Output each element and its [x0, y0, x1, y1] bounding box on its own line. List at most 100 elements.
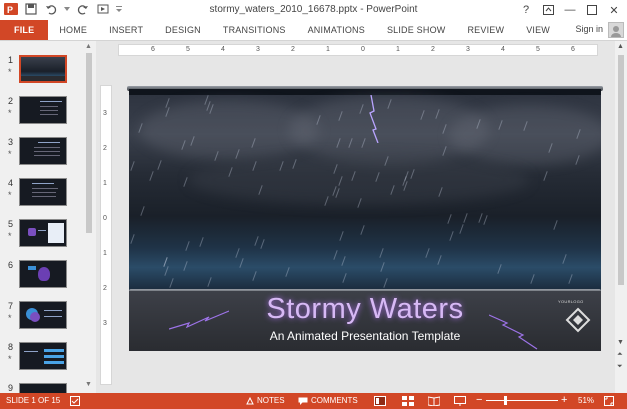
maximize-button[interactable] — [581, 1, 603, 19]
scroll-up-icon[interactable]: ▲ — [85, 43, 92, 50]
thumb-shape — [48, 223, 64, 243]
ruler-label: 0 — [361, 46, 365, 53]
slide-thumbnail[interactable] — [19, 137, 67, 165]
editor-scrollbar[interactable]: ▲ ▼ ⏶ ⏷ — [615, 41, 627, 393]
vertical-ruler: 3 2 1 0 1 2 3 — [100, 85, 112, 385]
zoom-level[interactable]: 51% — [578, 396, 594, 405]
thumbnail-item[interactable]: 1 * — [0, 55, 84, 91]
slide-show-button[interactable] — [454, 396, 466, 406]
slide-sorter-icon — [402, 396, 414, 406]
slide-subtitle[interactable]: An Animated Presentation Template — [129, 329, 601, 343]
fit-slide-icon — [604, 396, 614, 406]
thumbnail-item[interactable]: 3 * — [0, 137, 84, 173]
slide-thumbnail[interactable] — [19, 260, 67, 288]
tab-review[interactable]: REVIEW — [456, 20, 515, 40]
reading-view-button[interactable] — [428, 396, 440, 406]
thumb-line — [40, 101, 62, 102]
rain-streak — [285, 267, 290, 277]
zoom-slider[interactable] — [486, 400, 558, 401]
thumbnail-number: 1 — [8, 55, 14, 65]
rain-streak — [130, 161, 135, 171]
thumbnail-number: 9 — [8, 383, 14, 393]
scrollbar-thumb[interactable] — [86, 53, 92, 233]
slide-thumbnail[interactable] — [19, 342, 67, 370]
thumbnail-item[interactable]: 7 * — [0, 301, 84, 337]
slide-thumbnail[interactable] — [19, 55, 67, 83]
rain-streak — [568, 274, 573, 284]
slide-sorter-button[interactable] — [402, 396, 414, 406]
scroll-down-icon[interactable]: ▼ — [85, 381, 92, 388]
ribbon-display-icon — [542, 5, 554, 15]
tab-home[interactable]: HOME — [48, 20, 98, 40]
zoom-out-button[interactable]: − — [476, 394, 482, 406]
slide-thumbnail[interactable] — [19, 383, 67, 393]
thumbnail-number: 7 — [8, 301, 14, 311]
slide-thumbnail[interactable] — [19, 178, 67, 206]
rain-streak — [149, 171, 154, 181]
thumb-line — [44, 316, 62, 317]
rain-streak — [449, 231, 454, 241]
tab-file[interactable]: FILE — [0, 20, 49, 40]
normal-view-button[interactable] — [374, 396, 386, 406]
close-button[interactable]: ✕ — [603, 1, 625, 19]
tab-design[interactable]: DESIGN — [154, 20, 212, 40]
slide-thumbnail[interactable] — [19, 301, 67, 329]
user-avatar-icon[interactable] — [608, 22, 624, 38]
zoom-in-button[interactable]: + — [561, 394, 567, 406]
scroll-down-icon[interactable]: ▼ — [617, 339, 624, 346]
thumb-line — [38, 230, 46, 231]
next-slide-icon[interactable]: ⏷ — [617, 363, 623, 371]
thumb-shape — [44, 355, 64, 358]
tab-transitions[interactable]: TRANSITIONS — [212, 20, 297, 40]
thumbnail-item[interactable]: 9 — [0, 383, 84, 393]
tab-animations[interactable]: ANIMATIONS — [297, 20, 376, 40]
tab-insert[interactable]: INSERT — [98, 20, 154, 40]
ruler-label: 2 — [103, 285, 107, 292]
animation-marker: * — [8, 313, 12, 323]
rain-streak — [478, 213, 483, 223]
previous-slide-icon[interactable]: ⏶ — [617, 351, 623, 359]
rain-streak — [553, 220, 558, 230]
rain-streak — [383, 278, 388, 288]
tab-slide-show[interactable]: SLIDE SHOW — [376, 20, 457, 40]
slide-thumbnail[interactable] — [19, 96, 67, 124]
thumb-line — [34, 147, 60, 148]
slide-canvas[interactable]: Stormy Waters An Animated Presentation T… — [129, 89, 601, 351]
thumbnail-number: 3 — [8, 137, 14, 147]
thumbnail-item[interactable]: 4 * — [0, 178, 84, 214]
rain-streak — [333, 250, 338, 260]
thumb-line — [38, 142, 60, 143]
thumb-shape — [38, 267, 50, 281]
rain-streak — [183, 261, 188, 271]
slide-thumbnail-pane: 1 * 2 * 3 * 4 * 5 * 6 7 * 8 * 9 — [0, 41, 96, 393]
spell-check-icon[interactable] — [70, 396, 80, 406]
sign-in-link[interactable]: Sign in — [575, 24, 603, 34]
maximize-icon — [587, 5, 597, 15]
scroll-up-icon[interactable]: ▲ — [617, 43, 624, 50]
logo-text: YOURLOGO — [558, 299, 584, 304]
rain-streak — [339, 231, 344, 241]
rain-streak — [199, 237, 204, 247]
rain-streak — [562, 254, 567, 264]
fit-to-window-button[interactable] — [604, 396, 614, 406]
thumbnail-item[interactable]: 2 * — [0, 96, 84, 132]
animation-marker: * — [8, 354, 12, 364]
notes-button[interactable]: NOTES — [246, 396, 285, 405]
cloud — [189, 155, 529, 205]
scrollbar-thumb[interactable] — [618, 55, 624, 285]
slide-title[interactable]: Stormy Waters — [129, 293, 601, 326]
thumbnail-item[interactable]: 5 * — [0, 219, 84, 255]
thumbnail-item[interactable]: 8 * — [0, 342, 84, 378]
zoom-slider-handle[interactable] — [504, 396, 507, 405]
comments-button[interactable]: COMMENTS — [298, 396, 358, 405]
thumbnail-item[interactable]: 6 — [0, 260, 84, 296]
help-button[interactable]: ? — [515, 1, 537, 19]
thumbnail-scrollbar[interactable]: ▲ ▼ — [84, 41, 94, 393]
ruler-label: 3 — [466, 46, 470, 53]
ruler-label: 6 — [151, 46, 155, 53]
ribbon-display-options-button[interactable] — [537, 1, 559, 19]
slide-thumbnail[interactable] — [19, 219, 67, 247]
tab-view[interactable]: VIEW — [515, 20, 561, 40]
minimize-button[interactable]: — — [559, 1, 581, 19]
normal-view-icon — [374, 396, 386, 406]
